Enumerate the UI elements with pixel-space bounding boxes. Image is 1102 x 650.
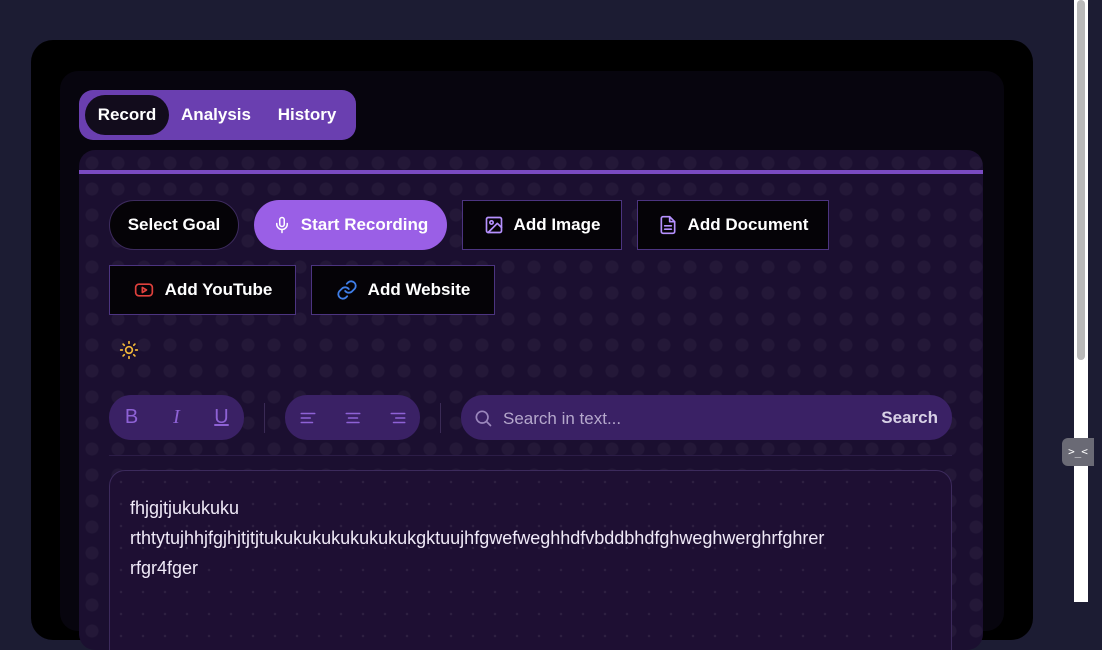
alignment-group	[285, 395, 420, 440]
add-website-button[interactable]: Add Website	[311, 265, 495, 315]
document-icon	[660, 215, 676, 235]
scrollbar-thumb[interactable]	[1077, 0, 1085, 360]
link-icon	[337, 280, 357, 300]
align-left-button[interactable]	[285, 395, 330, 440]
align-right-button[interactable]	[375, 395, 420, 440]
microphone-icon	[275, 216, 288, 234]
text-style-group: B I U	[109, 395, 244, 440]
add-document-label: Add Document	[687, 215, 809, 234]
search-button[interactable]: Search	[881, 395, 938, 440]
align-right-icon	[390, 412, 405, 423]
editor-line: rthtytujhhjfgjhjtjtjtukukukukukukukukgkt…	[130, 528, 825, 548]
add-document-button[interactable]: Add Document	[637, 200, 829, 250]
start-recording-label: Start Recording	[300, 215, 429, 234]
record-panel: Select Goal Start Recording Add Image Ad…	[79, 150, 983, 650]
add-youtube-button[interactable]: Add YouTube	[109, 265, 296, 315]
search-icon	[475, 410, 492, 427]
app-card: Record Analysis History Select Goal Star…	[60, 71, 1004, 650]
underline-button[interactable]: U	[199, 395, 244, 440]
start-recording-button[interactable]: Start Recording	[254, 200, 447, 250]
add-image-label: Add Image	[513, 215, 601, 234]
bold-button[interactable]: B	[109, 395, 154, 440]
toolbar-divider	[440, 403, 441, 433]
add-image-button[interactable]: Add Image	[462, 200, 622, 250]
window-edge	[1088, 0, 1102, 602]
youtube-icon	[134, 283, 153, 297]
text-editor[interactable]: fhjgjtjukukuku rthtytujhhjfgjhjtjtjtukuk…	[109, 470, 952, 650]
bold-icon: B	[124, 406, 139, 428]
search-input[interactable]	[501, 395, 875, 442]
page-scrollbar[interactable]	[1074, 0, 1088, 602]
italic-button[interactable]: I	[154, 395, 199, 440]
side-panel-toggle[interactable]: >_<	[1062, 438, 1094, 466]
align-center-button[interactable]	[330, 395, 375, 440]
tab-record[interactable]: Record	[85, 95, 169, 135]
align-center-icon	[345, 412, 360, 423]
tab-analysis[interactable]: Analysis	[175, 95, 257, 135]
align-left-icon	[300, 412, 315, 423]
italic-icon: I	[173, 406, 180, 428]
search-bar: Search	[461, 395, 952, 442]
add-youtube-label: Add YouTube	[164, 280, 273, 299]
select-goal-label: Select Goal	[127, 215, 221, 234]
select-goal-button[interactable]: Select Goal	[109, 200, 239, 250]
image-icon	[485, 216, 502, 234]
panel-accent-bar	[79, 170, 983, 174]
editor-line: rfgr4fger	[130, 558, 199, 578]
toolbar-separator	[109, 455, 952, 456]
editor-line: fhjgjtjukukuku	[130, 498, 240, 518]
underline-icon: U	[214, 406, 229, 428]
app-frame: Record Analysis History Select Goal Star…	[31, 40, 1033, 650]
toolbar-divider	[264, 403, 265, 433]
add-website-label: Add Website	[367, 280, 471, 299]
tab-bar: Record Analysis History	[79, 90, 356, 140]
sun-icon[interactable]	[119, 340, 139, 360]
tab-history[interactable]: History	[265, 95, 349, 135]
